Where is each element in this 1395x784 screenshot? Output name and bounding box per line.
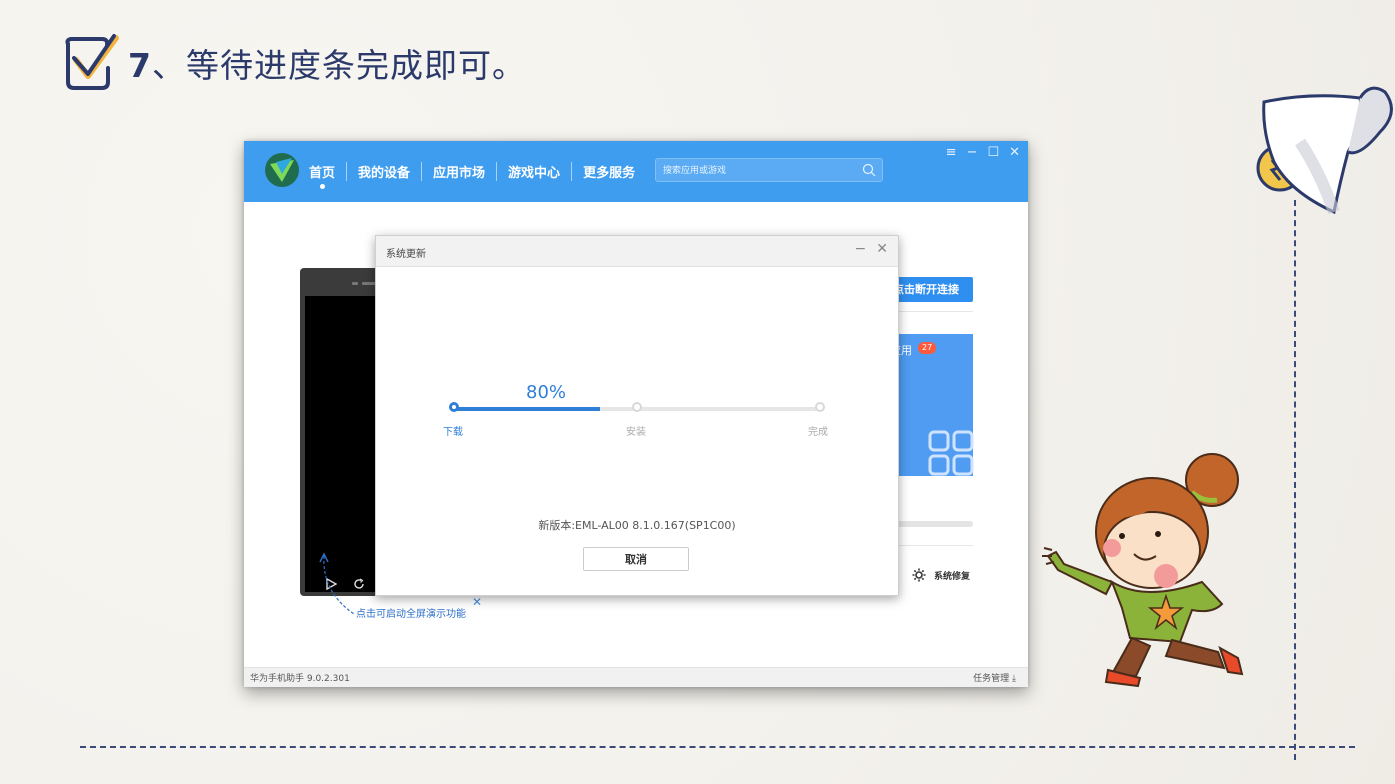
nav-more-services-label: 更多服务 [583,166,636,181]
fullscreen-hint: 点击可启动全屏演示功能 [356,609,466,620]
hisuite-logo-icon [265,153,299,187]
step-number: 7 [128,46,152,85]
phone-camera [352,282,358,285]
system-repair-button[interactable]: 系统修复 [912,568,970,582]
slide-background: 7、等待进度条完成即可。 首页 我的设备 应用市场 游戏中心 更多服务 搜索应用… [0,0,1395,784]
step-download-dot [449,402,459,412]
nav-game-center-label: 游戏中心 [508,166,561,181]
app-header: 首页 我的设备 应用市场 游戏中心 更多服务 ≡ − ☐ ✕ [244,141,1028,202]
maximize-icon[interactable]: ☐ [987,145,999,160]
step-title-text: 、等待进度条完成即可。 [151,46,526,85]
nav-my-device-label: 我的设备 [358,166,411,181]
step-install-label: 安装 [626,427,646,438]
menu-icon[interactable]: ≡ [946,145,957,160]
step-title: 7、等待进度条完成即可。 [58,28,526,98]
cancel-button[interactable]: 取消 [583,547,689,571]
step-complete-label: 完成 [808,427,828,438]
apps-count-badge: 27 [918,342,937,354]
nav-app-market[interactable]: 应用市场 [421,162,496,181]
search-box [655,158,883,182]
nav-home-label: 首页 [309,166,336,181]
dialog-minimize-icon[interactable]: − [855,241,867,257]
cartoon-girl-illustration [1042,453,1244,688]
progress-percent: 80% [526,382,567,403]
search-input[interactable] [661,161,855,181]
progress-fill [454,407,600,411]
nav-more-services[interactable]: 更多服务 [571,162,646,181]
app-footer: 华为手机助手 9.0.2.301 任务管理 ⤓ [244,667,1028,687]
system-update-dialog: 系统更新 − ✕ 80% 下载 安装 完成 新版本:EML-AL00 8.1.0… [375,235,899,596]
close-icon[interactable]: ✕ [1009,145,1020,160]
checkmark-icon [65,34,119,90]
main-nav: 首页 我的设备 应用市场 游戏中心 更多服务 [307,162,646,189]
vertical-divider [1294,200,1296,760]
new-version-text: 新版本:EML-AL00 8.1.0.167(SP1C00) [538,519,736,532]
minimize-icon[interactable]: − [967,145,978,160]
horizontal-divider [80,746,1355,748]
step-download-label: 下载 [443,427,463,438]
dialog-header: 系统更新 − ✕ [376,236,898,267]
dialog-title: 系统更新 [386,249,426,260]
version-label: 华为手机助手 9.0.2.301 [250,674,350,684]
panel-divider-2 [896,545,973,546]
lamp-icon [1256,86,1393,215]
step-complete-dot [815,402,825,412]
hint-close-icon[interactable]: ✕ [472,595,482,609]
search-icon[interactable] [862,163,876,177]
nav-game-center[interactable]: 游戏中心 [496,162,571,181]
nav-my-device[interactable]: 我的设备 [346,162,421,181]
system-repair-label: 系统修复 [934,571,971,582]
step-install-dot [632,402,642,412]
window-controls: ≡ − ☐ ✕ [946,145,1020,160]
panel-divider [896,311,973,312]
nav-active-indicator [320,184,325,189]
dialog-controls: − ✕ [855,241,888,257]
nav-app-market-label: 应用市场 [433,166,486,181]
task-manager-button[interactable]: 任务管理 ⤓ [973,671,1016,684]
storage-bar [896,521,973,527]
dialog-close-icon[interactable]: ✕ [876,241,888,257]
grid-icon [928,430,974,476]
gear-icon [912,568,926,582]
nav-home[interactable]: 首页 [307,162,346,189]
